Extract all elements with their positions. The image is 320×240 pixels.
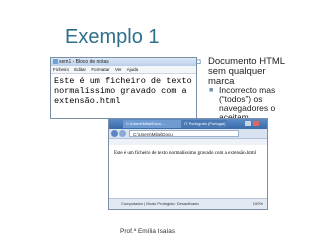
zoom-level[interactable]: 100%	[253, 199, 263, 209]
close-icon[interactable]	[253, 121, 259, 126]
menu-ajuda[interactable]: Ajuda	[127, 67, 139, 72]
bullet-marker-icon: ◘	[196, 57, 201, 66]
browser-titlebar[interactable]: C:\Users\Milai\Docu... IT Português (Por…	[109, 119, 267, 129]
menu-ficheiro[interactable]: Ficheiro	[53, 67, 69, 72]
forward-icon[interactable]	[119, 130, 126, 137]
bullet-sub-text: Incorrecto mas (“todos”) os navegadores …	[219, 85, 276, 122]
status-text: Computador | Modo Protegido: Desactivado	[121, 201, 199, 206]
bullet-main-text: Documento HTML sem qualquer marca	[208, 56, 286, 87]
menu-ver[interactable]: Ver	[115, 67, 122, 72]
menu-editar[interactable]: Editar	[74, 67, 86, 72]
notepad-window[interactable]: sem1 - Bloco de notas Ficheiro Editar Fo…	[50, 57, 197, 119]
url-input[interactable]: C:\Users\Milai\Docu	[129, 130, 239, 137]
browser-window[interactable]: C:\Users\Milai\Docu... IT Português (Por…	[108, 118, 268, 210]
notepad-text-area[interactable]: Este é um ficheiro de texto normalíssimo…	[51, 74, 196, 108]
minimize-icon[interactable]	[245, 121, 251, 126]
browser-address-bar: C:\Users\Milai\Docu	[109, 129, 267, 139]
browser-status-bar: Computador | Modo Protegido: Desactivado…	[109, 198, 267, 209]
notepad-app-icon	[53, 59, 58, 64]
back-icon[interactable]	[111, 130, 118, 137]
menu-formatar[interactable]: Formatar	[91, 67, 109, 72]
browser-tab-active[interactable]: C:\Users\Milai\Docu...	[123, 120, 185, 128]
page-text: Este é um ficheiro de texto normalíssimo…	[114, 151, 257, 156]
sub-bullet-marker-icon: ■	[209, 87, 214, 94]
notepad-titlebar[interactable]: sem1 - Bloco de notas	[51, 58, 196, 66]
slide-title: Exemplo 1	[65, 26, 160, 48]
browser-tab-inactive[interactable]: IT Português (Portugal)	[181, 120, 227, 128]
browser-content: Este é um ficheiro de texto normalíssimo…	[109, 145, 267, 199]
notepad-title: sem1 - Bloco de notas	[59, 59, 109, 65]
notepad-menubar: Ficheiro Editar Formatar Ver Ajuda	[51, 66, 196, 74]
footer-author: Prof.ª Emília Isaías	[120, 228, 176, 235]
